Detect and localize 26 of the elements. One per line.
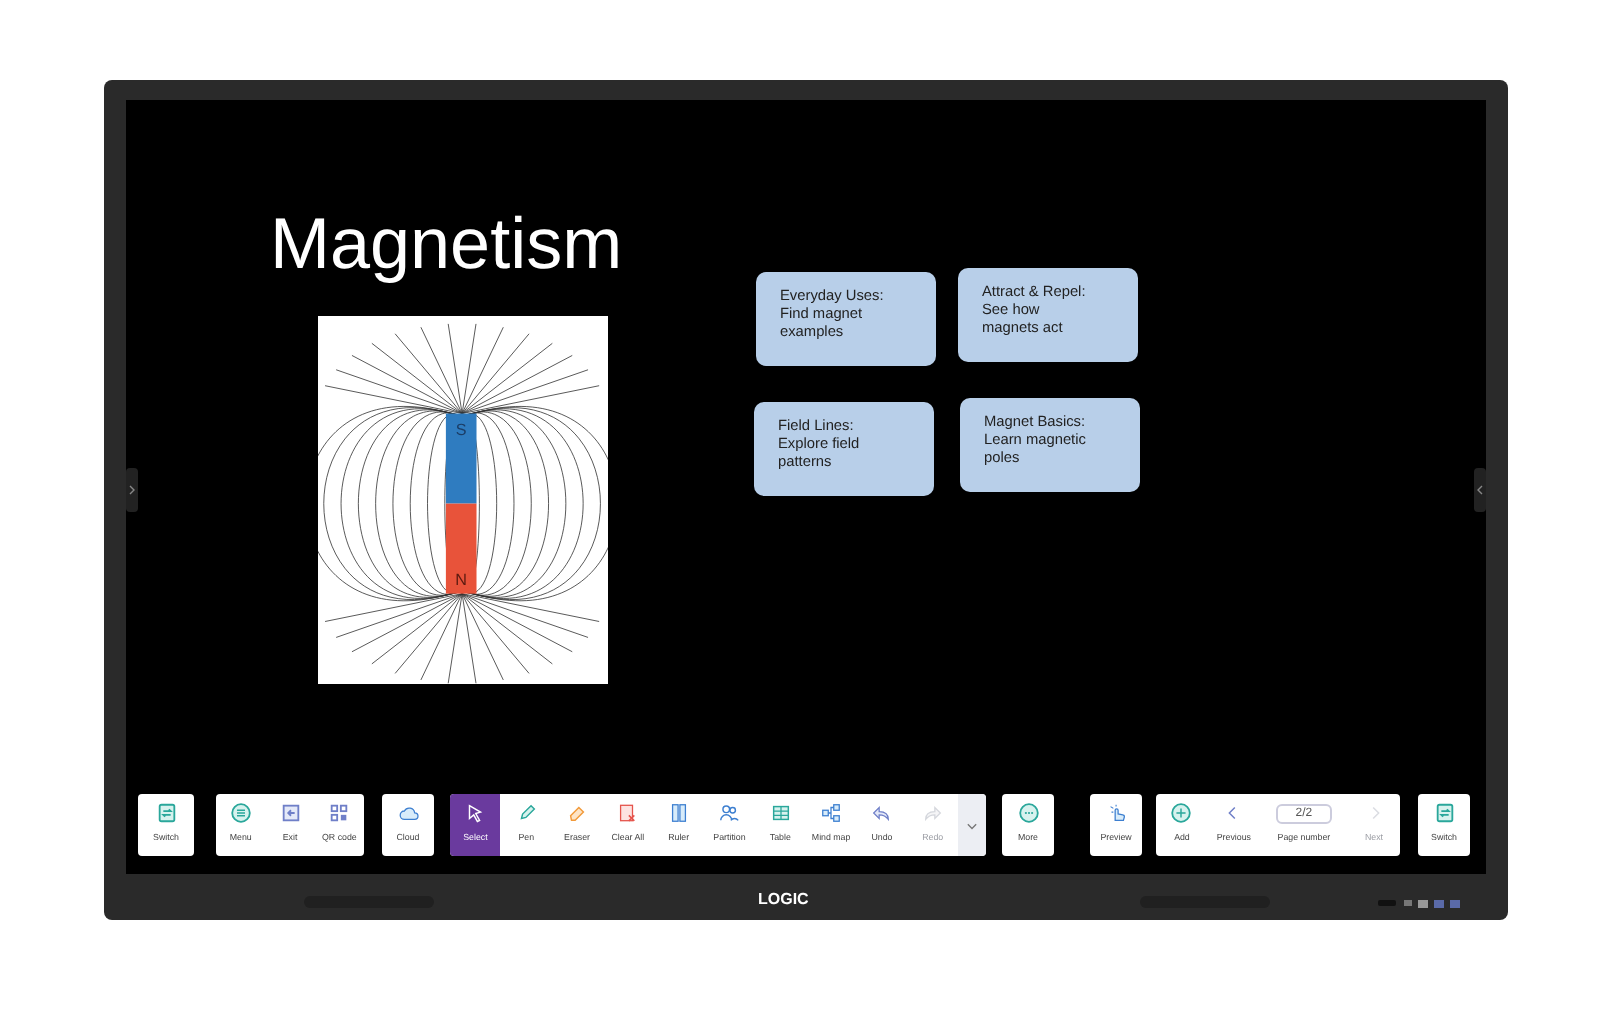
ports-icon [1378,898,1466,910]
switch-icon [155,802,177,824]
hand-pointer-icon [1105,802,1127,824]
side-handle-icon[interactable] [1474,468,1486,512]
table-icon [769,802,792,824]
clear-all-icon [616,802,639,824]
side-handle-icon[interactable] [126,468,138,512]
eraser-icon [566,802,589,824]
switch-icon [1433,802,1455,824]
more-icon [1017,802,1039,824]
qr-code-icon [328,802,351,824]
ruler-icon [667,802,690,824]
pole-label: S [455,421,467,440]
add-icon [1170,802,1193,824]
cloud-icon [397,802,419,824]
undo-icon [870,802,893,824]
brand-logo: LOGIC [758,890,809,908]
pen-icon [515,802,538,824]
mind-map-icon [820,802,843,824]
exit-icon [279,802,301,824]
people-icon [718,802,741,824]
pole-label: N [455,570,468,589]
redo-icon [921,802,944,824]
cursor-icon [464,802,487,824]
menu-icon [229,802,252,824]
slide-title: Magnetism [270,200,623,288]
